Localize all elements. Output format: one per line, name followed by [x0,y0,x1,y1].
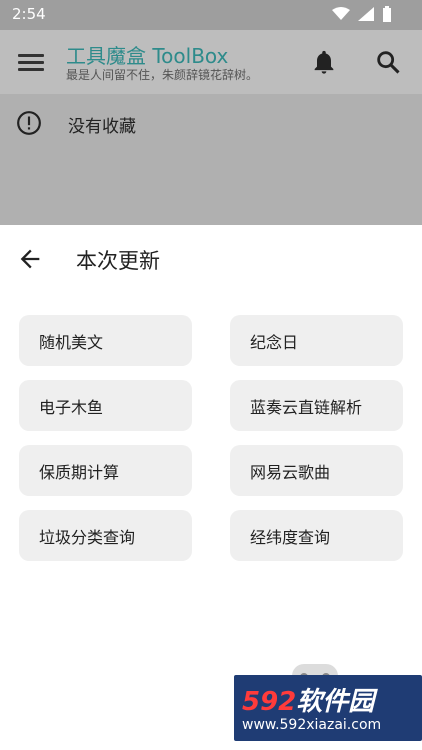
update-list: 随机美文 纪念日 电子木鱼 蓝奏云直链解析 保质期计算 网易云歌曲 垃圾分类查询… [19,315,403,561]
update-item[interactable]: 垃圾分类查询 [19,510,192,561]
update-item[interactable]: 蓝奏云直链解析 [230,380,403,431]
bell-icon[interactable] [310,48,338,76]
app-bar: 工具魔盒 ToolBox 最是人间留不住，朱颜辞镜花辞树。 [0,30,422,94]
watermark-brand: 592软件园 [242,687,375,717]
update-item[interactable]: 经纬度查询 [230,510,403,561]
update-item[interactable]: 随机美文 [19,315,192,366]
app-subtitle: 最是人间留不住，朱颜辞镜花辞树。 [66,68,259,82]
update-item[interactable]: 电子木鱼 [19,380,192,431]
app-title: 工具魔盒 ToolBox [66,44,229,68]
status-icons [332,6,392,22]
signal-icon [358,7,374,21]
menu-button[interactable] [18,50,46,74]
site-watermark: 592软件园 www.592xiazai.com [234,675,422,741]
favorites-area: 没有收藏 [0,94,422,225]
wifi-icon [332,7,350,20]
update-item[interactable]: 保质期计算 [19,445,192,496]
status-bar: 2:54 [0,0,422,30]
alert-circle-icon [17,111,41,135]
search-icon[interactable] [374,48,402,76]
update-item[interactable]: 纪念日 [230,315,403,366]
watermark-url: www.592xiazai.com [242,717,382,733]
update-item[interactable]: 网易云歌曲 [230,445,403,496]
empty-favorites-text: 没有收藏 [68,117,136,137]
back-arrow-icon[interactable] [16,245,44,273]
sheet-title: 本次更新 [76,249,160,273]
status-time: 2:54 [12,5,46,23]
battery-icon [383,6,391,22]
